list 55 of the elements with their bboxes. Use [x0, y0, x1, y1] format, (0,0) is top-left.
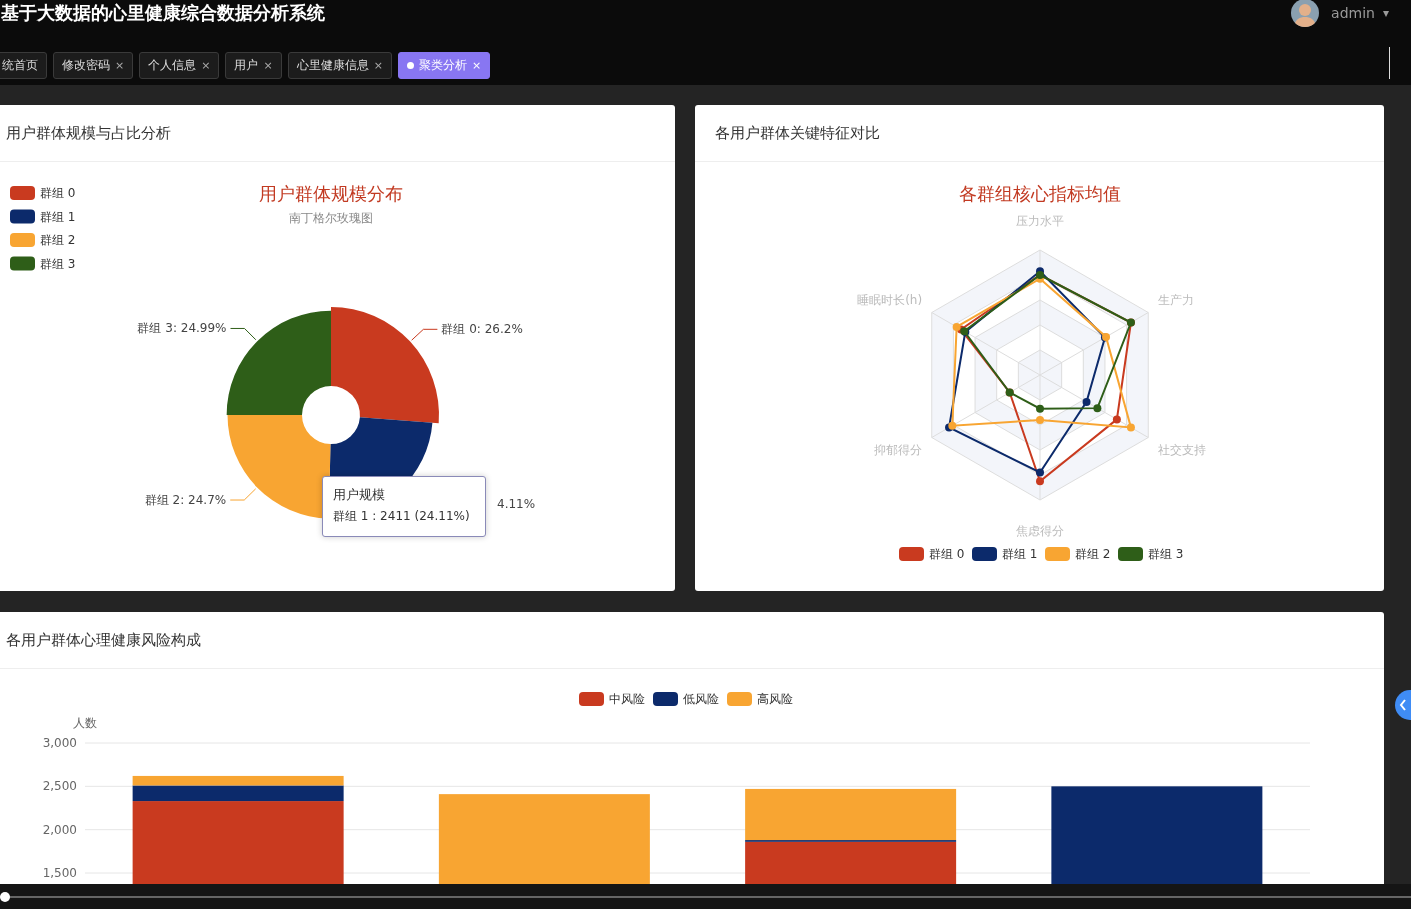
- chart-subtitle: 南丁格尔玫瑰图: [289, 211, 373, 225]
- legend-label: 群组 3: [1148, 547, 1184, 561]
- chevron-left-icon: [1399, 699, 1407, 711]
- progress-thumb[interactable]: [0, 891, 10, 902]
- slice-label: 群组 2: 24.7%: [144, 493, 227, 508]
- tick-label: 3,000: [42, 736, 77, 750]
- card-title: 各用户群体心理健康风险构成: [0, 612, 1384, 669]
- close-icon[interactable]: ×: [201, 59, 211, 72]
- slice-label: 4.11%: [497, 496, 536, 511]
- tab[interactable]: 心里健康信息 ×: [287, 52, 392, 79]
- close-icon[interactable]: ×: [263, 59, 273, 72]
- user-name[interactable]: admin: [1331, 5, 1375, 21]
- slice-label: 群组 3: 24.99%: [137, 321, 227, 336]
- tab[interactable]: 用户 ×: [225, 52, 282, 79]
- close-icon[interactable]: ×: [373, 59, 383, 72]
- legend-label: 群组 0: [40, 186, 76, 200]
- legend-label: 群组 3: [40, 256, 76, 271]
- close-icon[interactable]: ×: [471, 59, 482, 72]
- chart-title: 各群组核心指标均值: [959, 183, 1121, 204]
- legend-label: 群组 2: [40, 233, 76, 247]
- legend-label: 中风险: [609, 692, 645, 706]
- legend-label: 群组 0: [929, 547, 965, 561]
- tab[interactable]: 聚类分析 ×: [397, 52, 491, 79]
- axis-label: 焦虑得分: [1016, 524, 1064, 538]
- app-title: 基于大数据的心里健康综合数据分析系统: [1, 1, 325, 25]
- legend-label: 群组 1: [1002, 547, 1038, 561]
- leader-line: [229, 488, 257, 501]
- leader-line: [230, 327, 257, 341]
- axis-label: 生产力: [1157, 293, 1194, 307]
- tick-label: 1,500: [42, 866, 77, 880]
- leader-line: [411, 328, 438, 341]
- dot-icon: [406, 62, 414, 69]
- axis-label: 压力水平: [1016, 214, 1064, 228]
- card-title: 用户群体规模与占比分析: [0, 105, 675, 162]
- legend-label: 高风险: [757, 692, 793, 706]
- close-icon[interactable]: ×: [115, 59, 125, 72]
- axis-label: 睡眠时长(h): [857, 293, 923, 307]
- legend-label: 低风险: [683, 692, 719, 706]
- legend-label: 群组 1: [40, 209, 76, 224]
- tab[interactable]: 统首页: [0, 52, 47, 79]
- tooltip-title: 用户规模: [333, 486, 386, 504]
- tab[interactable]: 个人信息 ×: [139, 52, 220, 79]
- chart-title: 用户群体规模分布: [259, 183, 403, 204]
- avatar[interactable]: [1291, 0, 1320, 27]
- legend-label: 群组 2: [1075, 547, 1111, 561]
- tick-label: 2,500: [42, 779, 77, 794]
- caret-icon[interactable]: ▾: [1382, 6, 1389, 20]
- tab[interactable]: 修改密码 ×: [53, 52, 134, 79]
- axis-label: 社交支持: [1157, 443, 1206, 457]
- tick-label: 2,000: [42, 822, 77, 837]
- tooltip-text: 群组 1 : 2411 (24.11%): [333, 508, 470, 525]
- axis-title: 人数: [73, 716, 97, 730]
- card-title: 各用户群体关键特征对比: [695, 105, 1384, 162]
- axis-label: 抑郁得分: [874, 443, 923, 457]
- slice-label: 群组 0: 26.2%: [441, 322, 523, 337]
